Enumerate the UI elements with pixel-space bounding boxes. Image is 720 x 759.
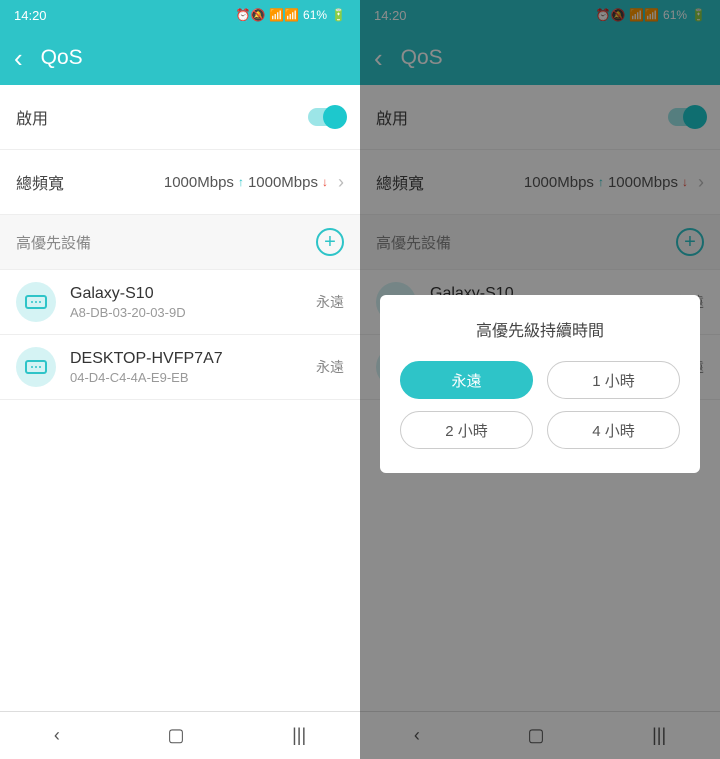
bandwidth-row[interactable]: 總頻寬 1000Mbps ↑ 1000Mbps ↓ › <box>0 150 360 215</box>
chevron-right-icon: › <box>338 172 344 193</box>
duration-option-4h[interactable]: 4 小時 <box>547 411 680 449</box>
device-mac: 04-D4-C4-4A-E9-EB <box>70 370 316 385</box>
enable-toggle[interactable] <box>308 108 344 126</box>
screen-modal: 14:20 ⏰🔕 📶📶 61% 🔋 ‹ QoS 啟用 總頻寬 1000Mbps↑… <box>360 0 720 759</box>
page-title: QoS <box>41 46 83 70</box>
device-icon <box>16 282 56 322</box>
section-title: 高優先設備 <box>16 232 316 253</box>
nav-home-icon[interactable]: ▢ <box>167 725 184 746</box>
status-time: 14:20 <box>14 8 47 23</box>
device-icon <box>16 347 56 387</box>
back-icon[interactable]: ‹ <box>14 45 23 71</box>
enable-row[interactable]: 啟用 <box>0 85 360 150</box>
duration-option-forever[interactable]: 永遠 <box>400 361 533 399</box>
status-icons: ⏰🔕 📶📶 61% 🔋 <box>236 8 346 22</box>
bandwidth-down: 1000Mbps <box>248 174 318 191</box>
device-mac: A8-DB-03-20-03-9D <box>70 305 316 320</box>
bandwidth-up: 1000Mbps <box>164 174 234 191</box>
arrow-up-icon: ↑ <box>238 175 244 189</box>
screen-main: 14:20 ⏰🔕 📶📶 61% 🔋 ‹ QoS 啟用 總頻寬 1000Mbps ↑… <box>0 0 360 759</box>
duration-modal: 高優先級持續時間 永遠 1 小時 2 小時 4 小時 <box>380 295 700 473</box>
priority-section-header: 高優先設備 + <box>0 215 360 270</box>
nav-recent-icon[interactable]: ||| <box>292 725 306 746</box>
arrow-down-icon: ↓ <box>322 175 328 189</box>
duration-option-1h[interactable]: 1 小時 <box>547 361 680 399</box>
device-name: DESKTOP-HVFP7A7 <box>70 350 316 368</box>
system-navbar: ‹ ▢ ||| <box>0 711 360 759</box>
status-bar: 14:20 ⏰🔕 📶📶 61% 🔋 <box>0 0 360 30</box>
device-row[interactable]: Galaxy-S10 A8-DB-03-20-03-9D 永遠 <box>0 270 360 335</box>
device-name: Galaxy-S10 <box>70 285 316 303</box>
nav-back-icon[interactable]: ‹ <box>54 725 60 746</box>
enable-label: 啟用 <box>16 105 308 129</box>
bandwidth-values: 1000Mbps ↑ 1000Mbps ↓ › <box>164 172 344 193</box>
modal-title: 高優先級持續時間 <box>400 317 680 341</box>
device-row[interactable]: DESKTOP-HVFP7A7 04-D4-C4-4A-E9-EB 永遠 <box>0 335 360 400</box>
add-device-button[interactable]: + <box>316 228 344 256</box>
app-header: ‹ QoS <box>0 30 360 85</box>
device-duration[interactable]: 永遠 <box>316 292 344 312</box>
duration-option-2h[interactable]: 2 小時 <box>400 411 533 449</box>
device-duration[interactable]: 永遠 <box>316 357 344 377</box>
bandwidth-label: 總頻寬 <box>16 170 164 194</box>
